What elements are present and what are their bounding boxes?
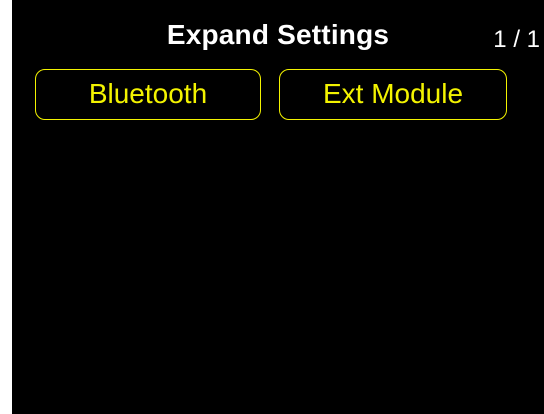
page-title: Expand Settings [166,19,390,50]
expand-settings-screen: Expand Settings 1 / 1 Bluetooth Ext Modu… [12,0,544,414]
page-indicator: 1 / 1 [493,26,540,53]
bluetooth-button[interactable]: Bluetooth [35,69,261,120]
ext-module-button[interactable]: Ext Module [279,69,507,120]
